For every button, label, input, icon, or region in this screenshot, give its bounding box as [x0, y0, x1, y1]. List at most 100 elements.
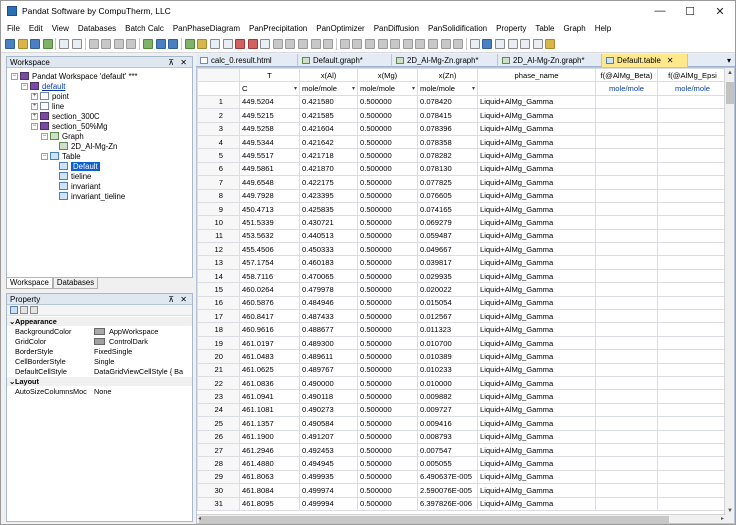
- table-cell[interactable]: 0.008793: [417, 429, 478, 444]
- collapse-icon[interactable]: −: [41, 152, 48, 160]
- table-cell[interactable]: 461.0483: [239, 349, 300, 364]
- text-icon[interactable]: [532, 38, 543, 49]
- table-cell[interactable]: Liquid+AlMg_Gamma: [477, 108, 596, 123]
- table-cell[interactable]: 0.500000: [357, 148, 418, 163]
- table-cell[interactable]: 2.590076E-005: [417, 483, 478, 498]
- table-cell[interactable]: 0.500000: [357, 188, 418, 203]
- table-row[interactable]: 17 460.8417 0.487433 0.500000 0.012567 Liquid…: [197, 309, 728, 324]
- merge-icon[interactable]: [298, 38, 309, 49]
- table-cell[interactable]: [595, 121, 658, 136]
- column-header[interactable]: x(Al): [299, 68, 358, 83]
- table-cell[interactable]: 6.490637E-005: [417, 469, 478, 485]
- table-row[interactable]: 7 449.6548 0.422175 0.500000 0.077825 Liquid+…: [197, 175, 728, 190]
- collapse-icon[interactable]: −: [31, 122, 38, 130]
- tab-workspace[interactable]: Workspace: [6, 278, 53, 289]
- table-cell[interactable]: Liquid+AlMg_Gamma: [477, 282, 596, 297]
- property-row[interactable]: BackgroundColor AppWorkspace: [7, 327, 192, 336]
- copy-graph-icon[interactable]: [272, 38, 283, 49]
- table-cell[interactable]: 0.500000: [357, 456, 418, 471]
- table-cell[interactable]: 0.500000: [357, 322, 418, 337]
- table-row[interactable]: 11 453.5632 0.440513 0.500000 0.059487 Liquid…: [197, 228, 728, 244]
- table-cell[interactable]: 450.4713: [239, 201, 300, 217]
- table-cell[interactable]: 0.500000: [357, 228, 418, 244]
- table-cell[interactable]: 0.078415: [417, 108, 478, 123]
- table-cell[interactable]: Liquid+AlMg_Gamma: [477, 175, 596, 190]
- table-cell[interactable]: 0.076605: [417, 188, 478, 203]
- cut-icon[interactable]: [88, 38, 99, 49]
- table-cell[interactable]: 0.009727: [417, 402, 478, 418]
- table-cell[interactable]: 458.7116: [239, 268, 300, 284]
- table-cell[interactable]: [595, 282, 658, 297]
- table-row[interactable]: 5 449.5517 0.421718 0.500000 0.078282 Liquid+…: [197, 148, 728, 163]
- table-cell[interactable]: 461.0197: [239, 335, 300, 351]
- table-cell[interactable]: 0.010000: [417, 375, 478, 391]
- refresh-icon[interactable]: [494, 38, 505, 49]
- table-cell[interactable]: [657, 416, 728, 431]
- table-cell[interactable]: [595, 161, 658, 177]
- table-cell[interactable]: 460.5876: [239, 295, 300, 311]
- table-cell[interactable]: 460.8417: [239, 309, 300, 324]
- column-header[interactable]: x(Mg): [357, 68, 418, 83]
- zoom-out-icon[interactable]: [440, 38, 451, 49]
- menu-property[interactable]: Property: [496, 24, 526, 33]
- filter-icon[interactable]: [310, 38, 321, 49]
- table-row[interactable]: 28 461.4880 0.494945 0.500000 0.005055 Liquid…: [197, 456, 728, 471]
- table-cell[interactable]: 0.078282: [417, 148, 478, 163]
- table-cell[interactable]: 0.078130: [417, 161, 478, 177]
- table-cell[interactable]: 0.500000: [357, 442, 418, 458]
- table-cell[interactable]: [595, 268, 658, 284]
- expand-icon[interactable]: +: [31, 112, 38, 120]
- table-cell[interactable]: Liquid+AlMg_Gamma: [477, 148, 596, 163]
- table-cell[interactable]: 0.489611: [299, 349, 358, 364]
- unit-select[interactable]: mole/mole ▾: [357, 81, 418, 96]
- layout-icon[interactable]: [339, 38, 350, 49]
- table-cell[interactable]: 0.421642: [299, 134, 358, 150]
- table-cell[interactable]: [595, 335, 658, 351]
- table-cell[interactable]: [657, 456, 728, 471]
- table-cell[interactable]: 0.010389: [417, 349, 478, 364]
- color-icon[interactable]: [415, 38, 426, 49]
- collapse-icon[interactable]: ⌄: [7, 317, 15, 326]
- table-cell[interactable]: [657, 295, 728, 311]
- table-cell[interactable]: 0.421718: [299, 148, 358, 163]
- table-cell[interactable]: 461.8095: [239, 496, 300, 511]
- table-cell[interactable]: 0.422175: [299, 175, 358, 190]
- table-cell[interactable]: [657, 362, 728, 377]
- table-row[interactable]: 25 461.1357 0.490584 0.500000 0.009416 Liquid…: [197, 416, 728, 431]
- table-row[interactable]: 19 461.0197 0.489300 0.500000 0.010700 Liquid…: [197, 335, 728, 351]
- menu-graph[interactable]: Graph: [563, 24, 585, 33]
- table-cell[interactable]: 0.009882: [417, 389, 478, 404]
- table-cell[interactable]: [657, 375, 728, 391]
- menu-table[interactable]: Table: [535, 24, 554, 33]
- table-cell[interactable]: 0.010700: [417, 335, 478, 351]
- table-cell[interactable]: Liquid+AlMg_Gamma: [477, 349, 596, 364]
- table-cell[interactable]: 0.012567: [417, 309, 478, 324]
- table-cell[interactable]: 457.1754: [239, 255, 300, 270]
- tree-item-invariant-tieline[interactable]: invariant_tieline: [59, 191, 125, 201]
- table-cell[interactable]: [657, 215, 728, 230]
- table-cell[interactable]: 461.0625: [239, 362, 300, 377]
- tree-item-line[interactable]: + line: [31, 101, 64, 111]
- scroll-down-icon[interactable]: ▼: [727, 508, 733, 514]
- table-cell[interactable]: 0.499974: [299, 483, 358, 498]
- table-cell[interactable]: 0.020022: [417, 282, 478, 297]
- table-cell[interactable]: 451.5339: [239, 215, 300, 230]
- table-cell[interactable]: [657, 201, 728, 217]
- table-row[interactable]: 31 461.8095 0.499994 0.500000 6.397826E-006 L…: [197, 496, 728, 511]
- save-icon[interactable]: [30, 38, 41, 49]
- table-cell[interactable]: [657, 148, 728, 163]
- table-cell[interactable]: 461.1357: [239, 416, 300, 431]
- table-cell[interactable]: Liquid+AlMg_Gamma: [477, 362, 596, 377]
- menu-batch-calc[interactable]: Batch Calc: [125, 24, 164, 33]
- symbol-icon[interactable]: [402, 38, 413, 49]
- table-cell[interactable]: 0.500000: [357, 309, 418, 324]
- unit-select[interactable]: C ▾: [239, 81, 300, 96]
- table-cell[interactable]: 0.489300: [299, 335, 358, 351]
- table-cell[interactable]: Liquid+AlMg_Gamma: [477, 322, 596, 337]
- table-cell[interactable]: Liquid+AlMg_Gamma: [477, 416, 596, 431]
- table-cell[interactable]: 460.9616: [239, 322, 300, 337]
- table-cell[interactable]: 0.500000: [357, 242, 418, 257]
- categorized-icon[interactable]: [10, 306, 18, 314]
- calc-section-icon[interactable]: [168, 38, 179, 49]
- column-header[interactable]: T: [239, 68, 300, 83]
